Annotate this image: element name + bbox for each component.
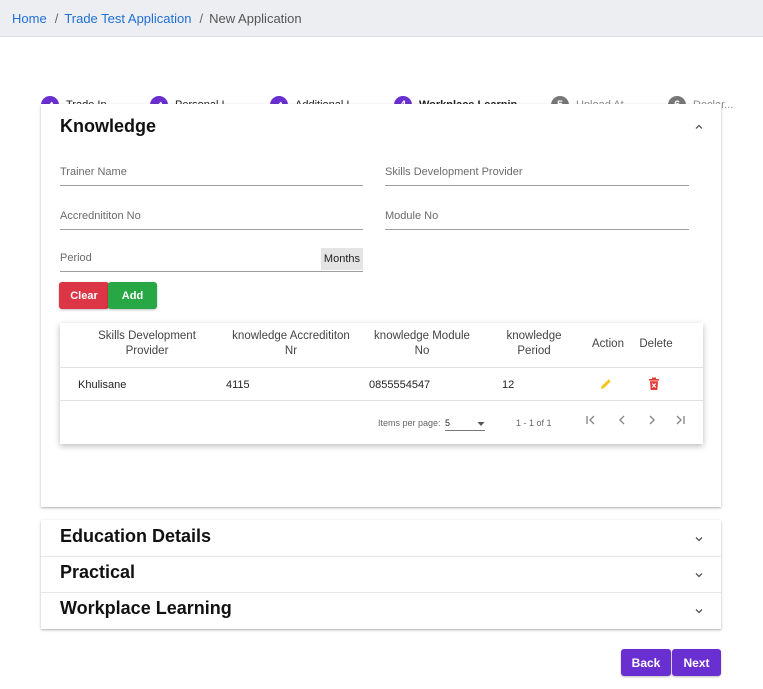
practical-title: Practical [60, 562, 136, 582]
back-button[interactable]: Back [621, 649, 671, 676]
column-header: Delete [639, 338, 673, 350]
items-per-page-value: 5 [445, 418, 451, 428]
first-page-icon[interactable] [585, 413, 597, 431]
trainer-name-placeholder: Trainer Name [60, 166, 127, 178]
table-cell: 0855554547 [369, 379, 431, 391]
module-no-field[interactable]: Module No [385, 210, 689, 230]
chevron-up-icon[interactable] [693, 122, 705, 134]
months-suffix: Months [320, 248, 363, 270]
education-details-title: Education Details [60, 526, 212, 546]
edit-pencil-icon[interactable] [599, 377, 613, 396]
skills-provider-placeholder: Skills Development Provider [385, 166, 523, 178]
period-placeholder: Period [60, 252, 92, 264]
delete-trash-icon[interactable] [648, 377, 660, 396]
table-cell: 4115 [226, 379, 250, 391]
next-button[interactable]: Next [672, 649, 721, 676]
workplace-learning-title: Workplace Learning [60, 598, 232, 618]
clear-button[interactable]: Clear [59, 282, 109, 309]
chevron-down-icon [693, 570, 705, 582]
last-page-icon[interactable] [674, 413, 686, 431]
collapsed-sections: Education Details Practical Workplace Le… [41, 520, 721, 629]
column-header[interactable]: knowledge Module No [366, 329, 478, 359]
next-page-icon[interactable] [647, 413, 657, 431]
knowledge-table: Skills Development Provider knowledge Ac… [60, 323, 703, 444]
breadcrumb-separator: / [54, 11, 59, 26]
knowledge-panel: Knowledge Trainer Name Skills Developmen… [41, 104, 721, 507]
education-details-header[interactable]: Education Details [41, 520, 721, 557]
column-header[interactable]: Skills Development Provider [88, 329, 206, 359]
items-per-page-label: Items per page: [378, 418, 441, 428]
breadcrumb-home-link[interactable]: Home [12, 11, 47, 26]
trainer-name-field[interactable]: Trainer Name [60, 166, 363, 186]
accreditation-no-placeholder: Accrednititon No [60, 210, 141, 222]
dropdown-arrow-icon [477, 419, 485, 429]
knowledge-title: Knowledge [60, 116, 157, 136]
practical-header[interactable]: Practical [41, 556, 721, 593]
breadcrumb-trade-test-link[interactable]: Trade Test Application [64, 11, 191, 26]
items-per-page-select[interactable]: 5 [445, 418, 485, 431]
breadcrumb: Home / Trade Test Application / New Applicat… [0, 0, 763, 37]
chevron-down-icon [693, 606, 705, 618]
add-button[interactable]: Add [108, 282, 157, 309]
column-header[interactable]: knowledge Accredititon Nr [226, 329, 356, 359]
workplace-learning-header[interactable]: Workplace Learning [41, 592, 721, 629]
period-field[interactable]: Period Months [60, 248, 363, 272]
skills-provider-field[interactable]: Skills Development Provider [385, 166, 689, 186]
previous-page-icon[interactable] [617, 413, 627, 431]
chevron-down-icon [693, 534, 705, 546]
breadcrumb-current: New Application [209, 11, 302, 26]
table-cell: 12 [502, 379, 515, 391]
column-header: Action [592, 338, 624, 350]
accreditation-no-field[interactable]: Accrednititon No [60, 210, 363, 230]
breadcrumb-separator: / [199, 11, 204, 26]
column-header[interactable]: knowledge Period [500, 329, 568, 359]
table-cell: Khulisane [78, 379, 127, 391]
module-no-placeholder: Module No [385, 210, 439, 222]
table-row: Khulisane 4115 0855554547 12 [60, 367, 703, 401]
pagination-range: 1 - 1 of 1 [516, 418, 552, 428]
